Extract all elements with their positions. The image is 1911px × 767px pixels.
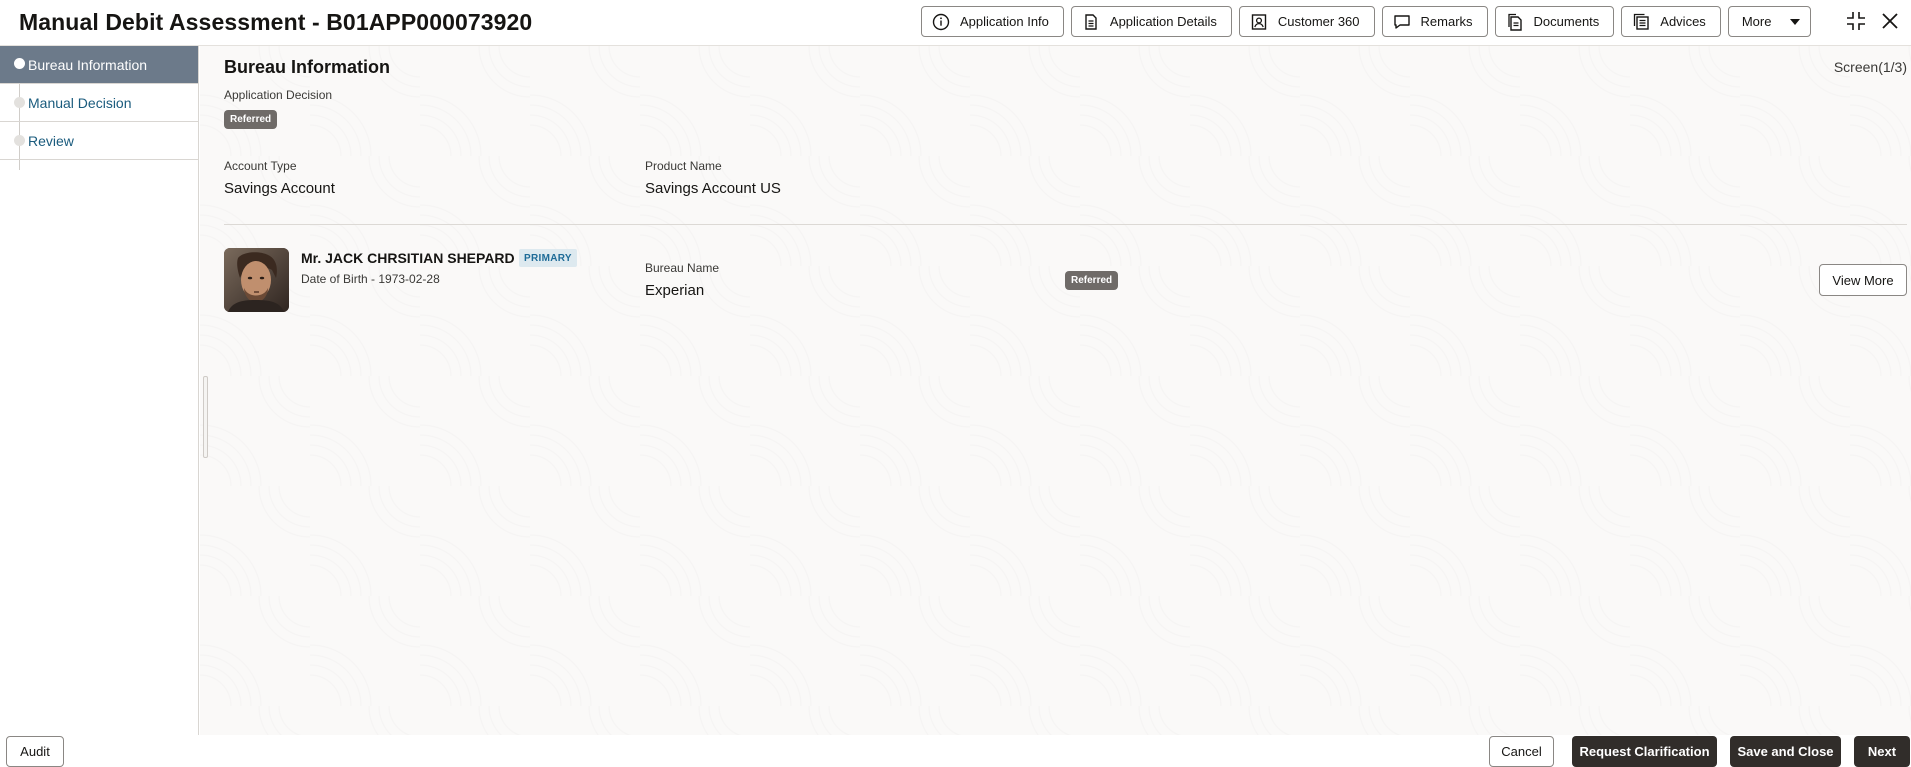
step-dot-icon bbox=[14, 97, 25, 108]
advices-label: Advices bbox=[1660, 14, 1706, 29]
view-more-button[interactable]: View More bbox=[1819, 264, 1907, 296]
caret-down-icon bbox=[1789, 18, 1800, 25]
application-decision-label: Application Decision bbox=[224, 88, 333, 102]
comment-icon bbox=[1393, 13, 1411, 31]
step-dot-icon bbox=[14, 135, 25, 146]
bureau-name-label: Bureau Name bbox=[645, 261, 720, 275]
applicant-avatar bbox=[224, 248, 289, 312]
request-clarification-button[interactable]: Request Clarification bbox=[1572, 736, 1717, 767]
window-controls bbox=[1845, 10, 1911, 32]
product-name-value: Savings Account US bbox=[645, 180, 781, 197]
documents-button[interactable]: Documents bbox=[1494, 6, 1615, 37]
application-decision-badge: Referred bbox=[224, 110, 278, 129]
collapse-icon[interactable] bbox=[1845, 10, 1867, 32]
main-content bbox=[200, 46, 1911, 735]
documents-icon bbox=[1506, 13, 1524, 31]
account-type-label: Account Type bbox=[224, 159, 297, 173]
next-button[interactable]: Next bbox=[1854, 736, 1910, 767]
screen-indicator: Screen(1/3) bbox=[1833, 59, 1907, 75]
user-card-icon bbox=[1250, 13, 1268, 31]
bureau-name-value: Experian bbox=[645, 282, 705, 299]
panel-resize-handle[interactable] bbox=[203, 376, 208, 458]
advices-icon bbox=[1632, 13, 1650, 31]
sidebar-item-manual-decision[interactable]: Manual Decision bbox=[0, 84, 198, 122]
bureau-status-badge: Referred bbox=[1065, 271, 1119, 290]
applicant-name: Mr. JACK CHRSITIAN SHEPARD bbox=[301, 250, 515, 266]
page-title: Manual Debit Assessment - B01APP00007392… bbox=[19, 9, 533, 35]
header-toolbar: Application Info Application Details Cus… bbox=[921, 6, 1818, 38]
section-divider bbox=[224, 224, 1907, 225]
application-info-button[interactable]: Application Info bbox=[921, 6, 1064, 37]
close-icon[interactable] bbox=[1879, 10, 1901, 32]
more-label: More bbox=[1741, 14, 1772, 29]
application-info-label: Application Info bbox=[960, 14, 1049, 29]
applicant-dob: Date of Birth - 1973-02-28 bbox=[301, 272, 440, 286]
sidebar-item-bureau-information[interactable]: Bureau Information bbox=[0, 46, 198, 84]
customer-360-button[interactable]: Customer 360 bbox=[1238, 6, 1375, 37]
primary-applicant-tag: PRIMARY bbox=[519, 249, 577, 267]
sidebar-item-label: Review bbox=[28, 132, 74, 149]
application-details-label: Application Details bbox=[1109, 14, 1217, 29]
info-icon bbox=[932, 13, 950, 31]
audit-button[interactable]: Audit bbox=[6, 736, 64, 767]
product-name-label: Product Name bbox=[645, 159, 722, 173]
page-header: Manual Debit Assessment - B01APP00007392… bbox=[0, 0, 1911, 46]
sidebar-item-label: Bureau Information bbox=[28, 56, 148, 73]
save-and-close-button[interactable]: Save and Close bbox=[1730, 736, 1841, 767]
step-dot-icon bbox=[14, 58, 25, 69]
more-dropdown-button[interactable]: More bbox=[1727, 6, 1811, 37]
remarks-button[interactable]: Remarks bbox=[1381, 6, 1488, 37]
customer-360-label: Customer 360 bbox=[1277, 14, 1360, 29]
account-type-value: Savings Account bbox=[224, 180, 335, 197]
cancel-button[interactable]: Cancel bbox=[1489, 736, 1554, 767]
application-details-button[interactable]: Application Details bbox=[1070, 6, 1232, 37]
advices-button[interactable]: Advices bbox=[1621, 6, 1721, 37]
section-title: Bureau Information bbox=[224, 57, 391, 77]
documents-label: Documents bbox=[1533, 14, 1600, 29]
sidebar-item-label: Manual Decision bbox=[28, 94, 132, 111]
train-stop-sidebar: Bureau Information Manual Decision Revie… bbox=[0, 46, 199, 735]
sidebar-item-review[interactable]: Review bbox=[0, 122, 198, 160]
document-icon bbox=[1082, 13, 1100, 31]
remarks-label: Remarks bbox=[1420, 14, 1473, 29]
